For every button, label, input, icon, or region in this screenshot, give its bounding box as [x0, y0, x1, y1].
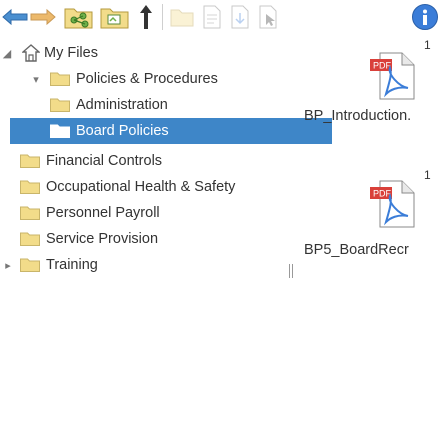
- info-button[interactable]: [410, 2, 440, 32]
- folder-icon: [20, 232, 40, 246]
- move-button[interactable]: [228, 2, 252, 32]
- tree-item-occupational-health-safety[interactable]: Occupational Health & Safety: [0, 174, 340, 200]
- open-button[interactable]: [256, 2, 280, 32]
- new-folder-button[interactable]: [168, 2, 196, 32]
- folder-new-icon: [170, 9, 194, 27]
- folder-icon: [20, 180, 40, 194]
- svg-text:PDF: PDF: [373, 189, 392, 199]
- pdf-file-icon: PDF: [370, 52, 415, 100]
- tree-item-financial-controls[interactable]: Financial Controls: [0, 148, 340, 174]
- toolbar-separator: [162, 4, 163, 30]
- browse-folder-button[interactable]: [98, 2, 132, 32]
- folder-open-icon: [50, 124, 70, 138]
- file-name: BP_Introduction.: [304, 108, 412, 124]
- svg-text:PDF: PDF: [373, 61, 392, 71]
- folder-icon: [20, 258, 40, 272]
- forward-button[interactable]: [30, 2, 56, 32]
- pdf-file-icon: PDF: [370, 180, 415, 228]
- folder-browse-icon: [100, 8, 129, 29]
- back-arrow-icon: [2, 8, 28, 26]
- tree-item-administration[interactable]: Administration: [0, 92, 340, 118]
- file-list: 1 PDF BP_Introduction. 1 PDF BP5_BoardRe…: [289, 36, 447, 447]
- file-name: BP5_BoardRecr: [304, 242, 409, 258]
- collapse-twisty-icon[interactable]: ▾: [30, 73, 42, 86]
- tree-item-label: Administration: [76, 97, 168, 113]
- upload-button[interactable]: [138, 2, 154, 32]
- tree-item-label: Service Provision: [46, 231, 159, 247]
- document-properties-icon: [203, 5, 221, 29]
- document-arrow-icon: [231, 5, 249, 29]
- properties-button[interactable]: [200, 2, 224, 32]
- tree-item-service-provision[interactable]: Service Provision: [0, 226, 340, 252]
- tree-item-label: Training: [46, 257, 98, 273]
- upload-arrow-icon: [140, 5, 152, 29]
- folder-icon: [50, 72, 70, 86]
- tree-item-my-files[interactable]: ◢ My Files: [0, 40, 340, 66]
- collapse-twisty-icon[interactable]: ◢: [1, 47, 13, 60]
- tree-item-board-policies[interactable]: Board Policies: [0, 118, 340, 144]
- tree-item-label: Personnel Payroll: [46, 205, 160, 221]
- tree-item-policies-procedures[interactable]: ▾ Policies & Procedures: [0, 66, 340, 92]
- column-separator: [289, 264, 290, 278]
- expand-twisty-icon[interactable]: ▸: [2, 259, 14, 272]
- info-icon: [412, 4, 438, 30]
- file-item[interactable]: 1 PDF BP_Introduction.: [304, 36, 447, 132]
- tree-item-label: My Files: [44, 45, 98, 61]
- tree-item-label: Policies & Procedures: [76, 71, 218, 87]
- toolbar: [0, 0, 447, 36]
- file-item[interactable]: 1 PDF BP5_BoardRecr: [304, 160, 447, 258]
- folder-icon: [50, 98, 70, 112]
- forward-arrow-icon: [30, 8, 56, 26]
- folder-tree: ◢ My Files ▾ Policies & Procedures Admin…: [0, 36, 340, 447]
- tree-item-label: Occupational Health & Safety: [46, 179, 236, 195]
- tree-item-personnel-payroll[interactable]: Personnel Payroll: [0, 200, 340, 226]
- tree-item-label: Board Policies: [76, 123, 169, 139]
- file-version-count: 1: [424, 38, 431, 52]
- home-icon: [22, 44, 40, 62]
- file-version-count: 1: [424, 168, 431, 182]
- network-folder-button[interactable]: [62, 2, 96, 32]
- back-button[interactable]: [2, 2, 28, 32]
- tree-item-label: Financial Controls: [46, 153, 163, 169]
- folder-icon: [20, 206, 40, 220]
- document-cursor-icon: [259, 5, 277, 29]
- folder-icon: [20, 154, 40, 168]
- folder-network-icon: [64, 8, 93, 29]
- column-separator: [292, 264, 293, 278]
